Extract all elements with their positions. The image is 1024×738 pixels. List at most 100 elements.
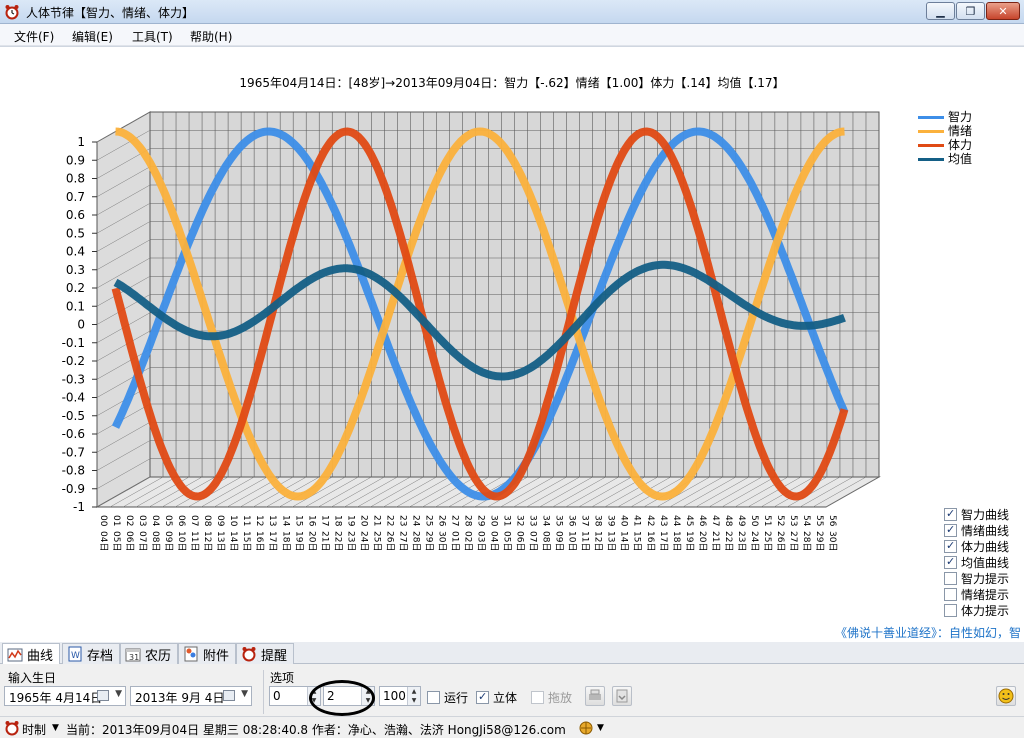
- x-tick-label: 15日: [632, 531, 643, 551]
- x-tick: 2701日: [449, 515, 460, 551]
- x-tick: 4620日: [697, 515, 708, 551]
- checkbox-box[interactable]: [944, 571, 957, 585]
- y-tick-label: -0.5: [62, 409, 85, 423]
- checkbox-box[interactable]: [944, 523, 957, 537]
- y-tick-label: 0.4: [66, 245, 85, 259]
- tab-attachment[interactable]: 附件: [178, 643, 237, 664]
- x-tick: 1822日: [332, 515, 343, 551]
- threed-checkbox[interactable]: 立体: [476, 689, 517, 706]
- x-tick-index: 08: [202, 515, 212, 527]
- x-tick-index: 52: [775, 515, 785, 526]
- x-tick: 1721日: [319, 515, 330, 551]
- x-tick: 1418日: [280, 515, 291, 551]
- menu-tools[interactable]: 工具(T): [132, 28, 173, 45]
- curve-checkbox[interactable]: 智力曲线: [944, 506, 1022, 522]
- x-tick-index: 48: [723, 515, 733, 527]
- legend-entry: 情绪: [918, 124, 998, 138]
- menu-help[interactable]: 帮助(H): [190, 28, 232, 45]
- x-tick: 5024日: [749, 515, 760, 551]
- drag-checkbox[interactable]: 拖放: [531, 689, 572, 706]
- x-tick-label: 20日: [697, 531, 708, 551]
- y-tick-label: -0.8: [62, 464, 85, 478]
- y-tick-label: 0.7: [66, 190, 85, 204]
- chart-title: 1965年04月14日：[48岁]→2013年09月04日：智力【-.62】情绪…: [239, 76, 785, 90]
- x-tick-index: 10: [228, 515, 238, 527]
- export-button[interactable]: [612, 686, 632, 706]
- tab-lunar[interactable]: 31 农历: [120, 643, 179, 664]
- x-tick: 4216日: [645, 515, 656, 551]
- legend-label: 情绪: [948, 124, 973, 138]
- curve-checkbox[interactable]: 情绪曲线: [944, 522, 1022, 538]
- curve-checkbox[interactable]: 情绪提示: [944, 586, 1022, 602]
- x-tick-label: 10日: [567, 531, 578, 551]
- x-tick-index: 23: [397, 515, 407, 526]
- drag-checkbox-box[interactable]: [531, 691, 544, 704]
- x-tick-index: 37: [580, 515, 590, 526]
- run-checkbox-box[interactable]: [427, 691, 440, 704]
- spin-arrows-icon[interactable]: ▲ ▼: [407, 687, 420, 705]
- x-tick-index: 15: [293, 515, 303, 526]
- x-tick: 2226日: [384, 515, 395, 551]
- x-tick-index: 22: [384, 515, 394, 526]
- x-tick-label: 18日: [280, 531, 291, 551]
- tab-lunar-label: 农历: [145, 648, 172, 664]
- x-tick-label: 06日: [124, 531, 135, 551]
- print-button[interactable]: [585, 686, 605, 706]
- y-tick-label: -0.6: [62, 427, 85, 441]
- tab-archive[interactable]: W 存档: [62, 643, 121, 664]
- x-tick: 3004日: [489, 515, 500, 551]
- x-tick-index: 49: [736, 515, 746, 527]
- x-tick-index: 33: [528, 515, 538, 526]
- word-document-icon: W: [68, 646, 82, 662]
- options-label: 选项: [270, 671, 295, 685]
- x-tick-index: 25: [423, 515, 433, 526]
- svg-text:31: 31: [129, 653, 139, 662]
- target-date-picker[interactable]: 2013年 9月 4日 ▼: [130, 686, 252, 706]
- x-tick: 4418日: [671, 515, 682, 551]
- x-tick-index: 29: [476, 515, 486, 527]
- maximize-button[interactable]: ❐: [956, 2, 985, 20]
- minimize-button[interactable]: ▁: [926, 2, 955, 20]
- run-checkbox[interactable]: 运行: [427, 689, 468, 706]
- close-button[interactable]: ✕: [986, 2, 1020, 20]
- checkbox-box[interactable]: [944, 603, 957, 617]
- x-tick-label: 07日: [137, 531, 148, 551]
- curve-checkbox[interactable]: 体力提示: [944, 602, 1022, 618]
- checkbox-box[interactable]: [944, 587, 957, 601]
- y-tick-label: -0.2: [62, 354, 85, 368]
- calendar-icon: [97, 690, 109, 701]
- speed-spinner[interactable]: 100 ▲ ▼: [379, 686, 421, 706]
- curve-checkbox[interactable]: 智力提示: [944, 570, 1022, 586]
- x-tick-index: 12: [254, 515, 264, 526]
- x-tick-index: 13: [267, 515, 277, 526]
- threed-checkbox-box[interactable]: [476, 690, 489, 704]
- menu-edit[interactable]: 编辑(E): [72, 28, 113, 45]
- birth-date-picker[interactable]: 1965年 4月14日 ▼: [4, 686, 126, 706]
- chevron-down-icon[interactable]: ▼: [52, 723, 59, 733]
- x-tick-index: 09: [215, 515, 225, 527]
- x-tick-label: 23日: [345, 531, 356, 551]
- checkbox-box[interactable]: [944, 555, 957, 569]
- svg-text:W: W: [71, 651, 80, 661]
- curve-checkbox[interactable]: 均值曲线: [944, 554, 1022, 570]
- checkbox-box[interactable]: [944, 507, 957, 521]
- speed-value: 100: [383, 689, 406, 703]
- curve-checkbox[interactable]: 体力曲线: [944, 538, 1022, 554]
- x-tick-index: 02: [124, 515, 134, 526]
- x-tick: 0408日: [150, 515, 161, 551]
- x-tick-label: 02日: [463, 531, 474, 551]
- chevron-down-icon[interactable]: ▼: [597, 723, 604, 733]
- x-tick-label: 24日: [358, 531, 369, 551]
- x-tick: 0509日: [163, 515, 174, 551]
- globe-icon[interactable]: [578, 720, 594, 736]
- time-mode-menu[interactable]: 时制: [22, 721, 46, 738]
- x-tick: 1620日: [306, 515, 317, 551]
- tab-reminder[interactable]: 提醒: [236, 643, 295, 664]
- checkbox-box[interactable]: [944, 539, 957, 553]
- printer-icon: [589, 689, 601, 700]
- menu-file[interactable]: 文件(F): [14, 28, 54, 45]
- tab-curve[interactable]: 曲线: [2, 643, 61, 665]
- theme-button[interactable]: [996, 686, 1016, 706]
- x-tick-label: 05日: [502, 531, 513, 551]
- x-tick-label: 01日: [449, 531, 460, 551]
